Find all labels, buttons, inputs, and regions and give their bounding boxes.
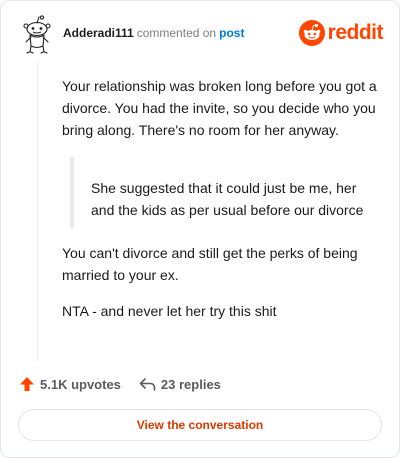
comment-meta: Adderadi111 commented on post — [63, 26, 244, 40]
comment-header: Adderadi111 commented on post reddit — [21, 15, 384, 55]
thread-line — [37, 61, 38, 361]
comment-paragraph: NTA - and never let her try this shit — [62, 303, 277, 319]
comment-card: Adderadi111 commented on post reddit Your … — [0, 0, 400, 458]
view-conversation-button[interactable]: View the conversation — [18, 409, 382, 441]
upvote-arrow-icon — [20, 377, 34, 391]
comment-action-text: commented on — [136, 26, 217, 40]
upvotes-button[interactable]: 5.1K upvotes — [19, 376, 121, 392]
replies-button[interactable]: 23 replies — [139, 376, 221, 392]
username[interactable]: Adderadi111 — [63, 26, 134, 40]
comment-paragraph: You can't divorce and still get the perk… — [62, 245, 358, 283]
blockquote: She suggested that it could just be me, … — [70, 157, 382, 228]
post-link[interactable]: post — [219, 26, 244, 40]
upvotes-count: 5.1K upvotes — [40, 376, 121, 392]
quote-text: She suggested that it could just be me, … — [91, 180, 364, 218]
snoo-avatar-icon — [23, 15, 51, 54]
reddit-wordmark: reddit — [327, 21, 384, 44]
replies-count: 23 replies — [160, 376, 221, 392]
comment-body: Your relationship was broken long before… — [62, 75, 382, 322]
reply-arrow-icon — [139, 378, 156, 391]
reddit-logo[interactable]: reddit — [298, 20, 384, 46]
quote-bar — [70, 157, 74, 228]
comment-footer: 5.1K upvotes 23 replies — [19, 374, 239, 394]
reddit-snoo-icon — [298, 20, 325, 46]
comment-paragraph: Your relationship was broken long before… — [62, 78, 377, 138]
